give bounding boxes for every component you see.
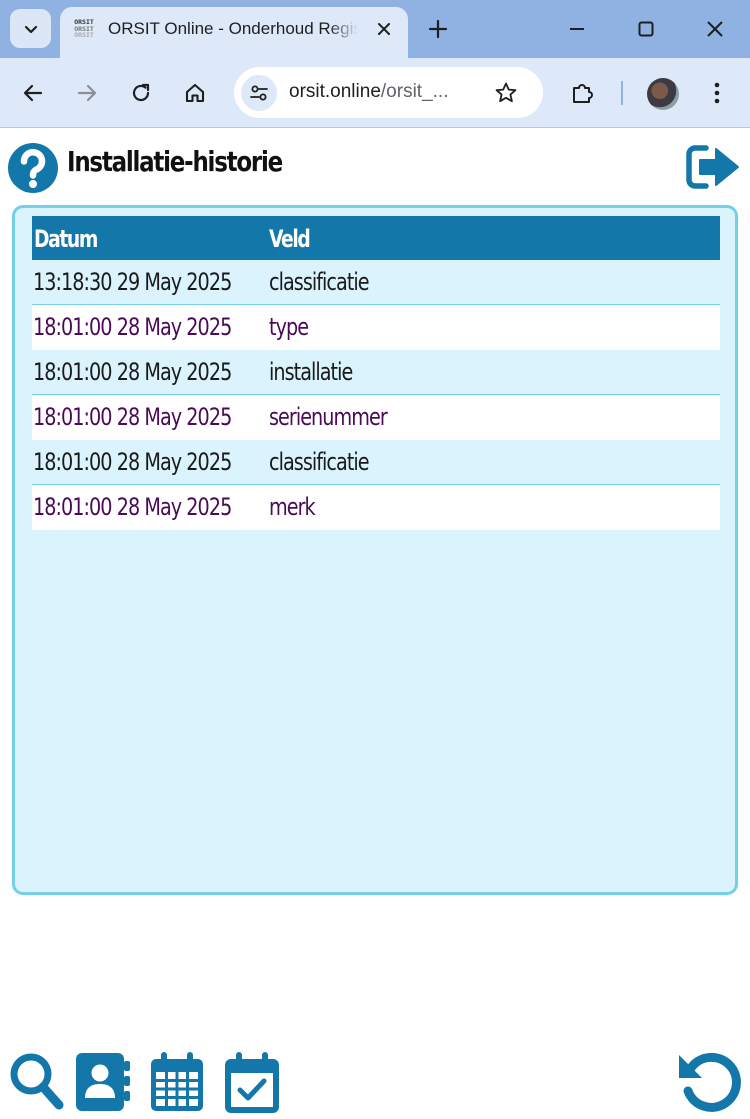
table-row[interactable]: 18:01:00 28 May 2025 classificatie [32, 440, 720, 485]
exit-icon[interactable] [686, 143, 740, 191]
table-row[interactable]: 18:01:00 28 May 2025 installatie [32, 350, 720, 395]
calendar-icon[interactable] [148, 1050, 206, 1112]
cell-datum: 18:01:00 28 May 2025 [33, 493, 232, 521]
bookmark-button[interactable] [492, 79, 520, 107]
cell-veld: merk [269, 493, 316, 521]
toolbar-separator [621, 81, 623, 105]
cell-veld: type [269, 313, 309, 341]
extensions-button[interactable] [566, 76, 600, 110]
browser-toolbar: orsit.online/orsit_... [0, 58, 750, 128]
more-vert-icon [714, 82, 720, 104]
cell-veld: classificatie [269, 268, 370, 296]
puzzle-icon [573, 84, 593, 103]
new-tab-button[interactable] [424, 15, 452, 43]
tab-close-button[interactable] [372, 17, 396, 41]
chevron-down-icon [24, 25, 37, 33]
reload-button[interactable] [124, 76, 158, 110]
back-button[interactable] [16, 76, 50, 110]
cell-datum: 18:01:00 28 May 2025 [33, 448, 232, 476]
calendar-check-icon[interactable] [222, 1050, 282, 1114]
cell-datum: 18:01:00 28 May 2025 [33, 313, 232, 341]
cell-datum: 13:18:30 29 May 2025 [33, 268, 232, 296]
browser-menu-button[interactable] [700, 76, 734, 110]
address-bar[interactable]: orsit.online/orsit_... [234, 67, 543, 118]
url-text: orsit.online/orsit_... [289, 81, 448, 103]
page-title: Installatie-historie [67, 145, 283, 178]
close-icon [378, 23, 390, 35]
cell-veld: serienummer [269, 403, 388, 431]
tab-title: ORSIT Online - Onderhoud Registratie [108, 19, 358, 39]
maximize-button[interactable] [631, 14, 661, 44]
star-icon [495, 82, 517, 103]
refresh-icon[interactable] [676, 1048, 744, 1116]
search-icon[interactable] [7, 1050, 65, 1112]
minimize-icon [570, 28, 584, 30]
reload-icon [132, 83, 150, 102]
browser-tab-strip: ORSIT ORSIT ORSIT ORSIT Online - Onderho… [0, 0, 750, 58]
home-icon [185, 83, 205, 103]
cell-datum: 18:01:00 28 May 2025 [33, 358, 232, 386]
cell-veld: installatie [269, 358, 353, 386]
forward-button[interactable] [70, 76, 104, 110]
table-row[interactable]: 18:01:00 28 May 2025 type [32, 305, 720, 350]
contacts-icon[interactable] [74, 1050, 132, 1112]
tab-search-button[interactable] [10, 9, 51, 48]
minimize-button[interactable] [562, 14, 592, 44]
tune-icon [250, 85, 268, 101]
cell-datum: 18:01:00 28 May 2025 [33, 403, 232, 431]
history-panel: Datum Veld 13:18:30 29 May 2025 classifi… [12, 205, 738, 895]
close-icon [707, 21, 723, 37]
help-icon[interactable] [7, 142, 59, 194]
url-host: orsit.online [289, 81, 381, 102]
orsit-favicon-icon: ORSIT ORSIT ORSIT [74, 18, 94, 40]
cell-veld: classificatie [269, 448, 370, 476]
plus-icon [428, 19, 448, 39]
profile-avatar[interactable] [647, 78, 679, 110]
table-row[interactable]: 18:01:00 28 May 2025 serienummer [32, 395, 720, 440]
history-table: Datum Veld 13:18:30 29 May 2025 classifi… [32, 216, 720, 530]
maximize-icon [638, 21, 654, 37]
column-header-datum[interactable]: Datum [34, 225, 98, 253]
table-header: Datum Veld [32, 216, 720, 260]
close-window-button[interactable] [700, 14, 730, 44]
home-button[interactable] [178, 76, 212, 110]
arrow-left-icon [23, 84, 43, 102]
url-path: /orsit_... [380, 81, 449, 102]
column-header-veld[interactable]: Veld [269, 225, 311, 253]
site-info-button[interactable] [241, 75, 277, 111]
browser-tab[interactable]: ORSIT ORSIT ORSIT ORSIT Online - Onderho… [60, 7, 408, 58]
arrow-right-icon [77, 84, 97, 102]
table-row[interactable]: 13:18:30 29 May 2025 classificatie [32, 260, 720, 305]
table-row[interactable]: 18:01:00 28 May 2025 merk [32, 485, 720, 530]
